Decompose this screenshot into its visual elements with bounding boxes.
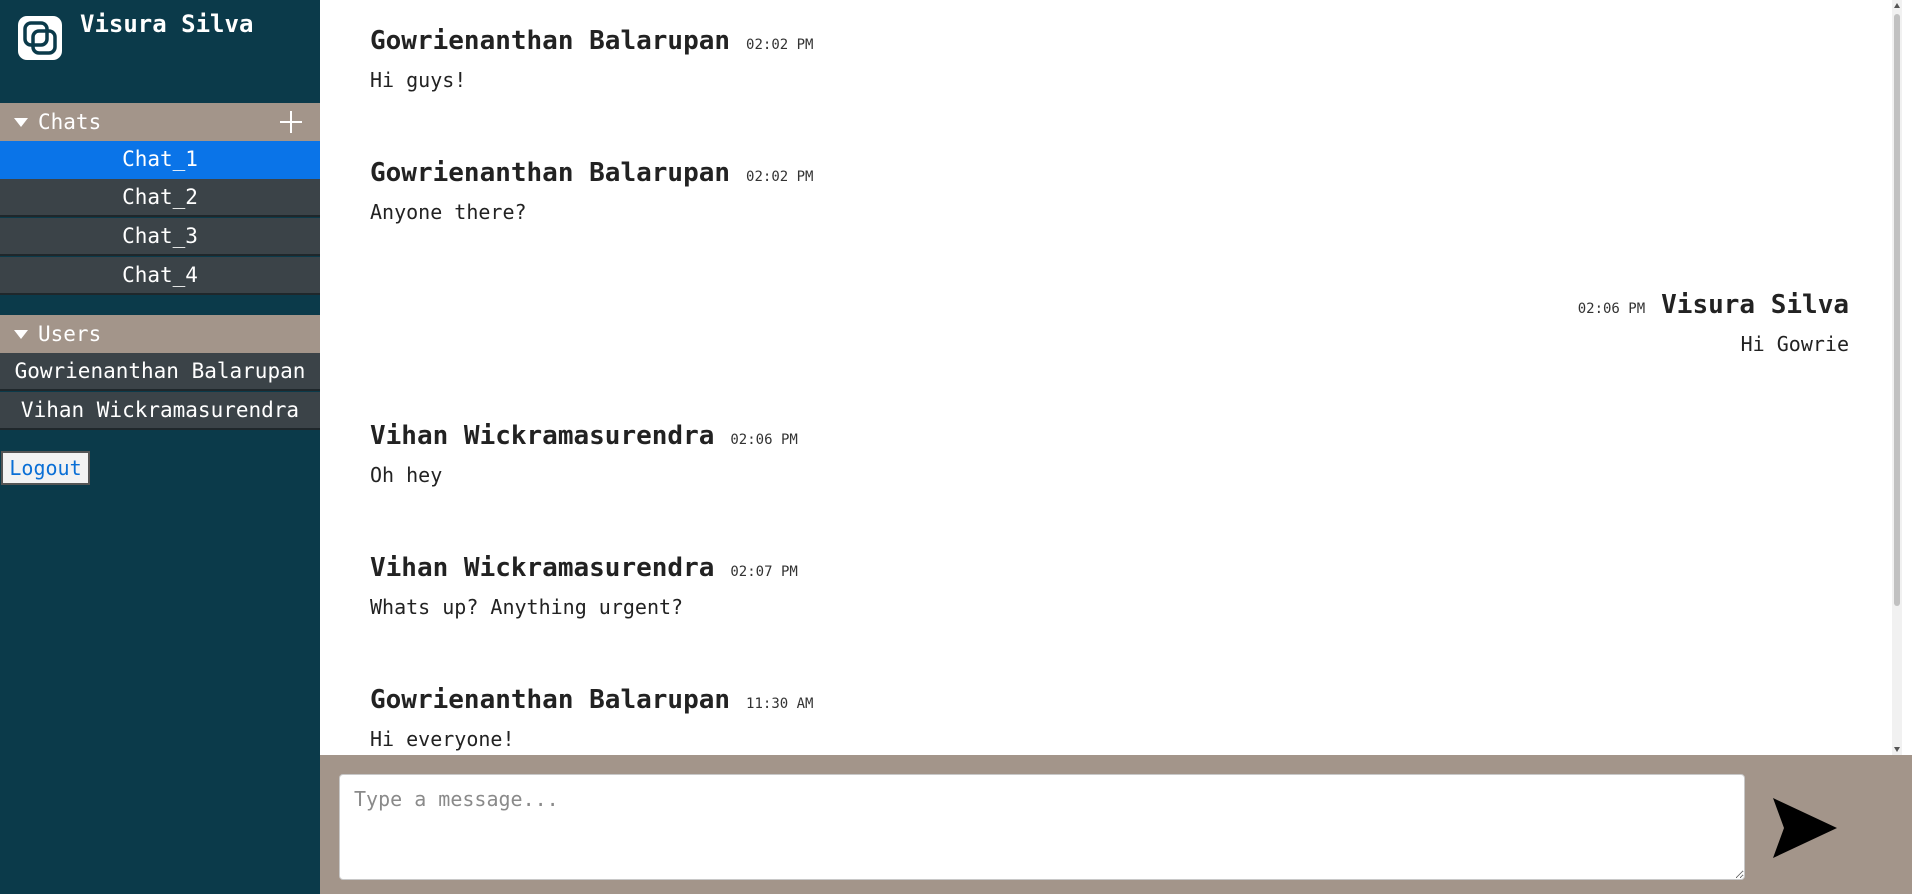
message-sender: Vihan Wickramasurendra (370, 421, 715, 451)
scroll-up-arrow-icon[interactable] (1894, 3, 1900, 8)
message-sender: Vihan Wickramasurendra (370, 553, 715, 583)
message-text: Hi everyone! (370, 727, 515, 751)
chats-section-header[interactable]: Chats (0, 103, 320, 141)
user-item-1[interactable]: Gowrienanthan Balarupan (0, 353, 320, 391)
logout-button[interactable]: Logout (1, 451, 90, 485)
message-time: 02:07 PM (730, 564, 798, 580)
message-time: 02:02 PM (746, 37, 814, 53)
message-text: Whats up? Anything urgent? (370, 595, 684, 619)
message-item: Gowrienanthan Balarupan 02:02 PM Anyone … (370, 158, 1849, 224)
chat-logo-icon (18, 16, 62, 60)
message-item: Gowrienanthan Balarupan 02:02 PM Hi guys… (370, 26, 1849, 92)
caret-down-icon[interactable] (14, 117, 28, 127)
chat-app: Visura Silva Chats Chat_1 Chat_2 Chat_3 … (0, 0, 1912, 894)
caret-down-icon[interactable] (14, 329, 28, 339)
chats-section-title: Chats (38, 110, 102, 134)
message-time: 02:02 PM (746, 169, 814, 185)
message-time: 11:30 AM (746, 696, 814, 712)
send-arrow-icon[interactable] (1772, 797, 1838, 859)
user-item-2[interactable]: Vihan Wickramasurendra (0, 392, 320, 430)
message-scrollbar[interactable] (1892, 0, 1902, 755)
message-sender: Gowrienanthan Balarupan (370, 685, 731, 715)
chat-item-1[interactable]: Chat_1 (0, 141, 320, 179)
message-input[interactable] (339, 774, 1745, 880)
own-message-item: 02:06 PM Visura Silva Hi Gowrie (370, 290, 1849, 356)
plus-icon[interactable] (278, 109, 304, 135)
message-text: Anyone there? (370, 200, 527, 224)
message-time: 02:06 PM (730, 432, 798, 448)
message-item: Gowrienanthan Balarupan 11:30 AM Hi ever… (370, 685, 1849, 751)
message-composer (320, 755, 1912, 894)
message-item: Vihan Wickramasurendra 02:06 PM Oh hey (370, 421, 1849, 487)
users-section-title: Users (38, 322, 102, 346)
users-section-header[interactable]: Users (0, 315, 320, 353)
message-list[interactable]: Gowrienanthan Balarupan 02:02 PM Hi guys… (320, 0, 1902, 755)
current-user-name: Visura Silva (80, 10, 254, 38)
chat-item-4[interactable]: Chat_4 (0, 257, 320, 295)
message-sender: Visura Silva (1661, 290, 1849, 320)
chat-item-2[interactable]: Chat_2 (0, 179, 320, 217)
chat-item-3[interactable]: Chat_3 (0, 218, 320, 256)
message-sender: Gowrienanthan Balarupan (370, 158, 731, 188)
message-time: 02:06 PM (1577, 301, 1646, 317)
scrollbar-thumb[interactable] (1894, 14, 1900, 606)
message-item: Vihan Wickramasurendra 02:07 PM Whats up… (370, 553, 1849, 619)
message-text: Hi guys! (370, 68, 467, 92)
message-sender: Gowrienanthan Balarupan (370, 26, 731, 56)
sidebar: Visura Silva Chats Chat_1 Chat_2 Chat_3 … (0, 0, 320, 894)
message-text: Oh hey (370, 463, 443, 487)
message-text: Hi Gowrie (1740, 332, 1849, 356)
scroll-down-arrow-icon[interactable] (1894, 747, 1900, 752)
